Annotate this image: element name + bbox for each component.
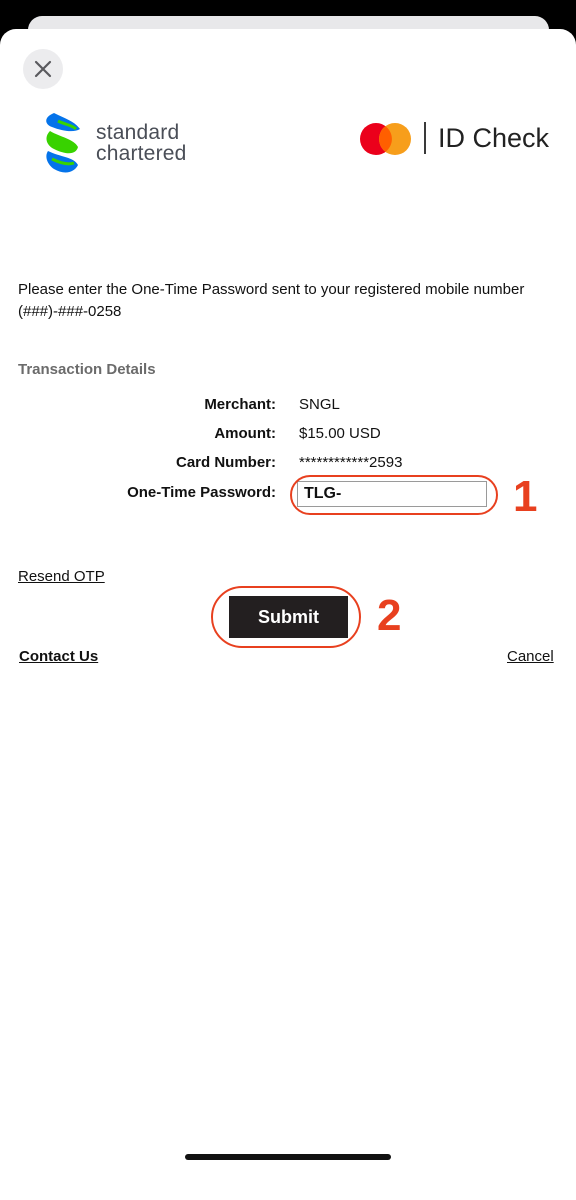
annotation-ring-1 (290, 475, 498, 515)
merchant-value: SNGL (299, 396, 340, 413)
merchant-label: Merchant: (204, 396, 276, 413)
logo-divider (424, 122, 426, 154)
annotation-ring-2 (211, 586, 361, 648)
annotation-step-2: 2 (377, 591, 402, 640)
close-icon (34, 60, 52, 78)
amount-row: Amount: $15.00 USD (0, 425, 576, 447)
bank-name-line1: standard (96, 121, 180, 144)
home-indicator (185, 1154, 391, 1160)
otp-label: One-Time Password: (127, 484, 276, 501)
cancel-link[interactable]: Cancel (507, 648, 554, 665)
merchant-row: Merchant: SNGL (0, 396, 576, 418)
bank-logo: standard chartered (40, 111, 210, 179)
resend-otp-link[interactable]: Resend OTP (18, 568, 105, 585)
amount-value: $15.00 USD (299, 425, 381, 442)
otp-instruction: Please enter the One-Time Password sent … (18, 281, 525, 320)
close-button[interactable] (23, 49, 63, 89)
id-check-label: ID Check (438, 123, 550, 153)
bank-name: standard chartered (96, 122, 187, 164)
card-number-value: ************2593 (299, 454, 403, 471)
bank-name-line2: chartered (96, 142, 187, 165)
mastercard-icon (360, 123, 411, 155)
authentication-sheet: standard chartered ID Check Please enter… (0, 29, 576, 1200)
card-number-row: Card Number: ************2593 (0, 454, 576, 476)
amount-label: Amount: (214, 425, 276, 442)
annotation-step-1: 1 (513, 472, 538, 521)
standard-chartered-logo-icon (46, 113, 80, 173)
transaction-details-title: Transaction Details (18, 361, 156, 378)
card-number-label: Card Number: (175, 454, 276, 471)
contact-us-link[interactable]: Contact Us (19, 648, 98, 665)
scheme-logo: ID Check (358, 119, 558, 159)
